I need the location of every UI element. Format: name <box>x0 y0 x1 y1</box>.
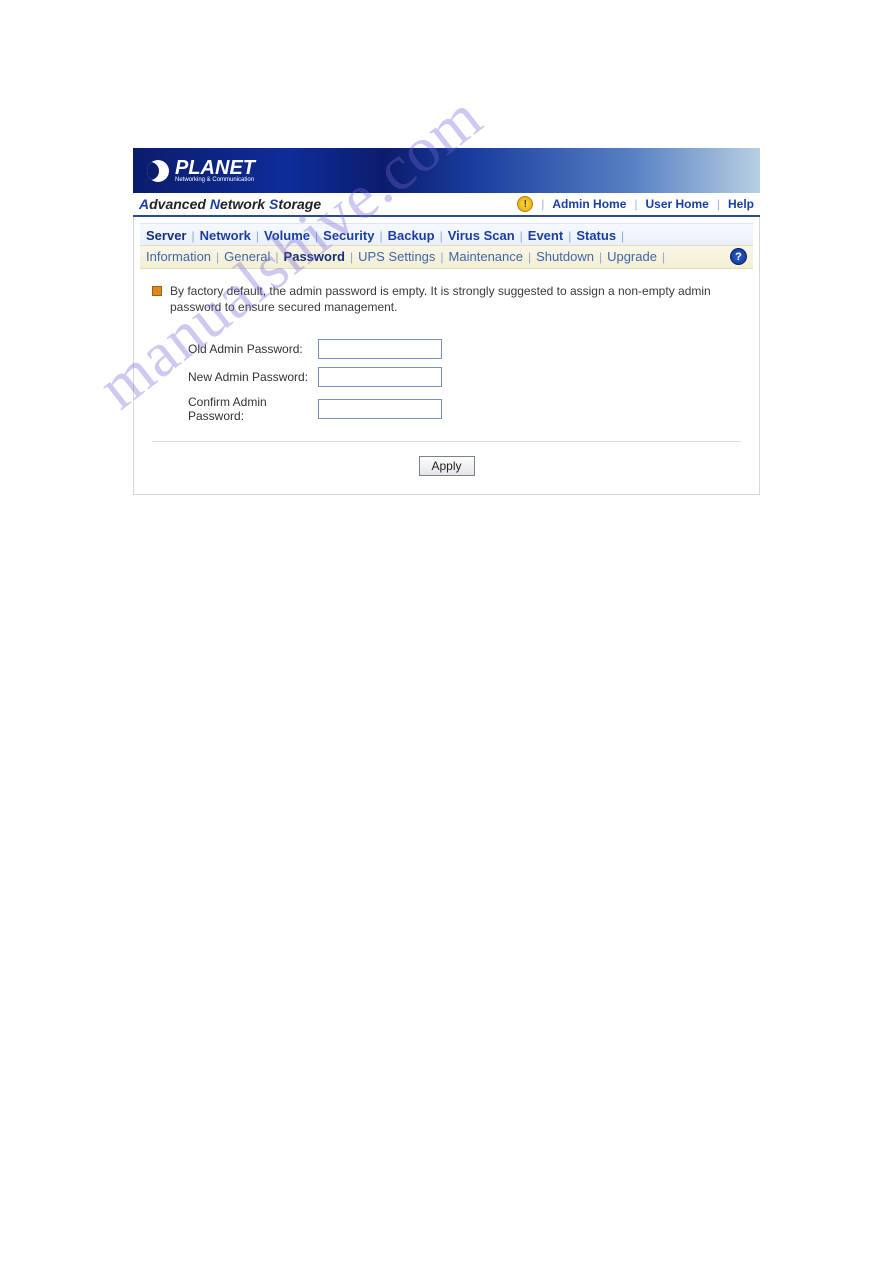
row-confirm-password: Confirm Admin Password: <box>188 395 741 423</box>
content-panel: Server| Network| Volume| Security| Backu… <box>133 217 760 495</box>
sub-tabs: Information| General| Password| UPS Sett… <box>140 245 753 269</box>
tab-event[interactable]: Event <box>524 227 567 244</box>
input-new-password[interactable] <box>318 367 442 387</box>
top-links: ! | Admin Home | User Home | Help <box>517 196 754 212</box>
primary-tabs: Server| Network| Volume| Security| Backu… <box>140 223 753 245</box>
app-window: PLANET Networking & Communication Advanc… <box>133 148 760 495</box>
row-old-password: Old Admin Password: <box>188 339 741 359</box>
password-form: Old Admin Password: New Admin Password: … <box>188 339 741 423</box>
subtab-password[interactable]: Password <box>280 248 349 265</box>
subtab-general[interactable]: General <box>220 248 274 265</box>
row-new-password: New Admin Password: <box>188 367 741 387</box>
page-content: By factory default, the admin password i… <box>140 269 753 488</box>
context-help-icon[interactable]: ? <box>730 248 747 265</box>
logo: PLANET Networking & Communication <box>133 158 255 183</box>
subtab-maintenance[interactable]: Maintenance <box>445 248 527 265</box>
tab-network[interactable]: Network <box>196 227 255 244</box>
brand-tagline: Networking & Communication <box>175 177 255 183</box>
tab-container: Server| Network| Volume| Security| Backu… <box>140 223 753 269</box>
tab-backup[interactable]: Backup <box>384 227 439 244</box>
product-title: Advanced Network Storage <box>139 196 321 212</box>
subtab-upgrade[interactable]: Upgrade <box>603 248 661 265</box>
logo-text: PLANET Networking & Communication <box>175 158 255 183</box>
tab-volume[interactable]: Volume <box>260 227 314 244</box>
tab-virus-scan[interactable]: Virus Scan <box>444 227 519 244</box>
subtab-ups-settings[interactable]: UPS Settings <box>354 248 439 265</box>
help-link[interactable]: Help <box>728 197 754 211</box>
admin-home-link[interactable]: Admin Home <box>552 197 626 211</box>
separator: | <box>634 197 637 211</box>
brand-name: PLANET <box>175 158 255 178</box>
info-message: By factory default, the admin password i… <box>152 283 741 315</box>
tab-server[interactable]: Server <box>142 227 190 244</box>
action-row: Apply <box>152 456 741 476</box>
subtab-shutdown[interactable]: Shutdown <box>532 248 598 265</box>
header-banner: PLANET Networking & Communication <box>133 148 760 193</box>
separator: | <box>717 197 720 211</box>
divider <box>152 441 741 442</box>
apply-button[interactable]: Apply <box>419 456 475 476</box>
alert-icon[interactable]: ! <box>517 196 533 212</box>
input-old-password[interactable] <box>318 339 442 359</box>
bullet-icon <box>152 286 162 296</box>
subtab-information[interactable]: Information <box>142 248 215 265</box>
label-old-password: Old Admin Password: <box>188 342 318 356</box>
input-confirm-password[interactable] <box>318 399 442 419</box>
info-message-text: By factory default, the admin password i… <box>170 283 741 315</box>
label-confirm-password: Confirm Admin Password: <box>188 395 318 423</box>
tab-security[interactable]: Security <box>319 227 378 244</box>
title-bar: Advanced Network Storage ! | Admin Home … <box>133 193 760 217</box>
tab-status[interactable]: Status <box>572 227 620 244</box>
user-home-link[interactable]: User Home <box>646 197 709 211</box>
label-new-password: New Admin Password: <box>188 370 318 384</box>
separator: | <box>541 197 544 211</box>
planet-logo-icon <box>147 160 169 182</box>
